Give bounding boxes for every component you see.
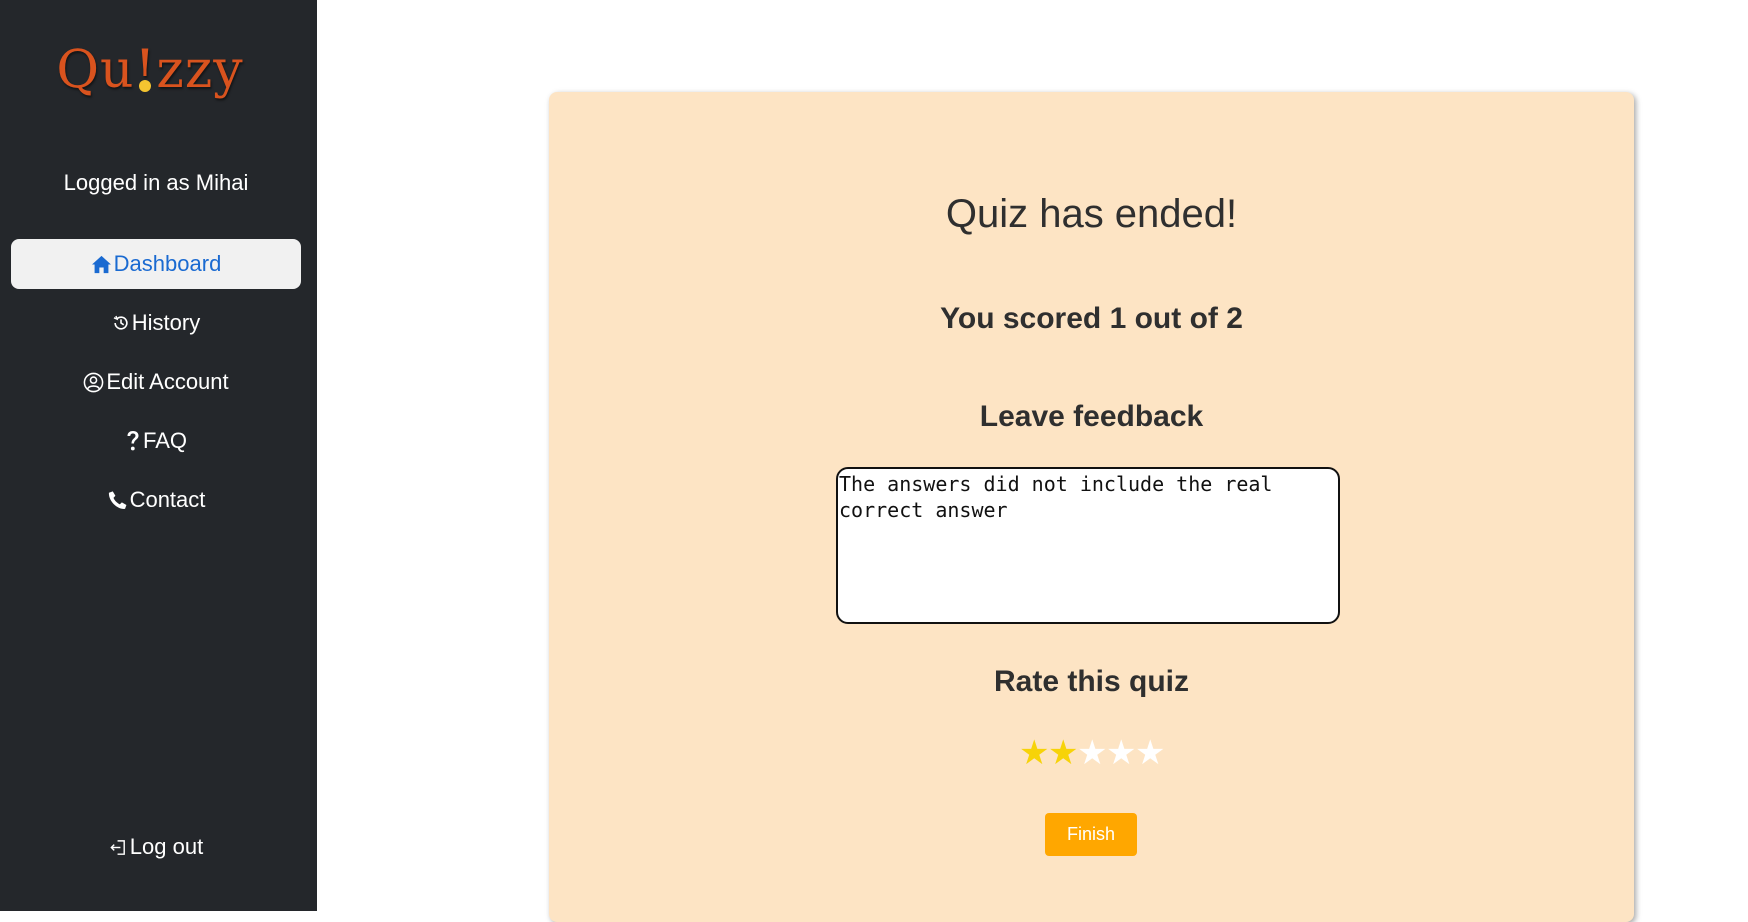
logout-icon <box>109 838 128 857</box>
sidebar-item-label: Contact <box>129 487 206 512</box>
home-icon <box>91 255 112 274</box>
rate-heading: Rate this quiz <box>993 665 1189 698</box>
page-title: Quiz has ended! <box>945 192 1238 236</box>
history-icon <box>112 314 130 332</box>
sidebar-item-label: FAQ <box>142 428 187 453</box>
sidebar: Qu! zzy Logged in as Mihai Dashboard Hist… <box>0 0 317 911</box>
feedback-heading: Leave feedback <box>979 400 1204 433</box>
sidebar-item-history[interactable]: History <box>11 298 301 348</box>
logo-bang: ! <box>134 40 157 100</box>
star-icon[interactable]: ★ <box>1048 733 1078 773</box>
star-icon[interactable]: ★ <box>1077 733 1107 773</box>
sidebar-nav: Dashboard History Edit Account FAQ Conta… <box>11 239 301 534</box>
star-icon[interactable]: ★ <box>1106 733 1136 773</box>
sidebar-item-label: Dashboard <box>113 251 222 276</box>
feedback-textarea[interactable]: The answers did not include the real cor… <box>836 467 1340 624</box>
logo-text-prefix: Qu <box>56 40 135 100</box>
phone-icon <box>107 490 128 511</box>
sidebar-item-faq[interactable]: FAQ <box>11 416 301 466</box>
star-icon[interactable]: ★ <box>1135 733 1165 773</box>
score-text: You scored 1 out of 2 <box>940 302 1243 335</box>
logged-in-label: Logged in as Mihai <box>63 170 249 195</box>
finish-button[interactable]: Finish <box>1045 813 1137 856</box>
sidebar-item-contact[interactable]: Contact <box>11 475 301 525</box>
logout-link[interactable]: Log out <box>11 822 301 872</box>
sidebar-item-label: Edit Account <box>106 369 229 394</box>
sidebar-item-dashboard[interactable]: Dashboard <box>11 239 301 289</box>
star-icon[interactable]: ★ <box>1019 733 1049 773</box>
logo-text-suffix: zzy <box>156 40 244 100</box>
quiz-result-card: Quiz has ended! You scored 1 out of 2 Le… <box>549 92 1634 922</box>
question-icon <box>125 430 141 452</box>
star-rating: ★★★★★ <box>549 733 1634 773</box>
app-logo[interactable]: Qu! zzy <box>0 40 300 100</box>
user-circle-icon <box>83 372 104 393</box>
sidebar-item-edit-account[interactable]: Edit Account <box>11 357 301 407</box>
sidebar-item-label: History <box>131 310 201 335</box>
logout-label: Log out <box>129 834 204 859</box>
